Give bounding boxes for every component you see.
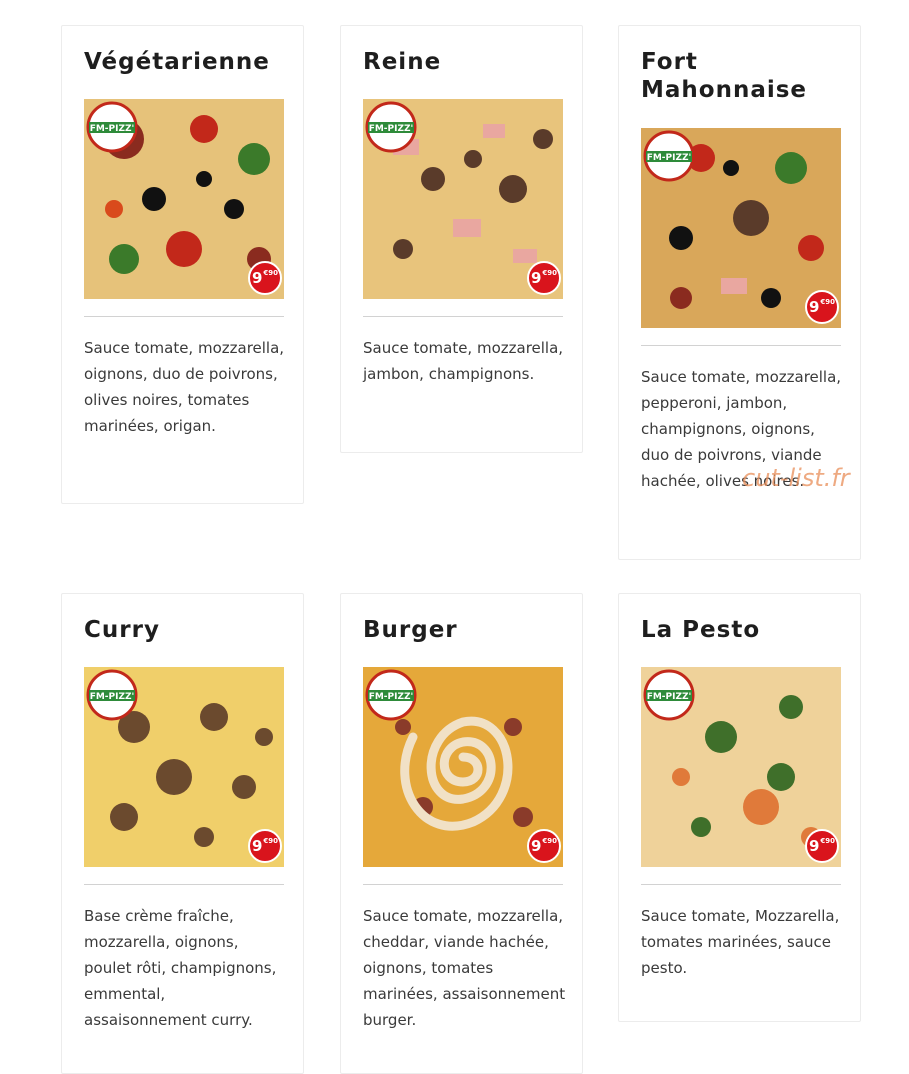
pizza-description: Base crème fraîche, mozzarella, oignons,…	[84, 907, 277, 1029]
pizza-title: Curry	[84, 617, 160, 643]
fm-pizz-logo: FM-PIZZ'	[643, 130, 695, 182]
pizza-photo: FM-PIZZ' 9 €90	[641, 128, 841, 328]
divider	[363, 316, 563, 317]
svg-text:FM-PIZZ': FM-PIZZ'	[369, 124, 414, 134]
pizza-description: Sauce tomate, mozzarella, cheddar, viand…	[363, 907, 566, 1029]
pizza-title: Fort Mahonnaise	[641, 49, 808, 103]
pizza-photo: FM-PIZZ' 9 €90	[363, 667, 563, 867]
divider	[641, 345, 841, 346]
pizza-photo: FM-PIZZ' 9 €90	[84, 667, 284, 867]
svg-text:FM-PIZZ': FM-PIZZ'	[369, 692, 414, 702]
pizza-card-reine: Reine FM-PIZZ' 9 €90 Sauce tomate, mozzar…	[340, 25, 583, 453]
divider	[84, 316, 284, 317]
svg-text:FM-PIZZ': FM-PIZZ'	[647, 153, 692, 163]
price-badge: 9 €90	[248, 261, 282, 295]
price-badge: 9 €90	[805, 290, 839, 324]
pizza-description: Sauce tomate, Mozzarella, tomates mariné…	[641, 907, 840, 977]
svg-text:FM-PIZZ': FM-PIZZ'	[647, 692, 692, 702]
pizza-description: Sauce tomate, mozzarella, jambon, champi…	[363, 339, 564, 383]
pizza-photo: FM-PIZZ' 9 €90	[84, 99, 284, 299]
pizza-title: La Pesto	[641, 617, 761, 643]
pizza-card-vegetarienne: Végétarienne FM-PIZZ' 9 €90 Sauce tomate,…	[61, 25, 304, 504]
fm-pizz-logo: FM-PIZZ'	[86, 101, 138, 153]
pizza-title: Reine	[363, 49, 442, 75]
pizza-photo: FM-PIZZ' 9 €90	[363, 99, 563, 299]
price-badge: 9 €90	[805, 829, 839, 863]
price-badge: 9 €90	[527, 829, 561, 863]
divider	[641, 884, 841, 885]
pizza-title: Végétarienne	[84, 49, 270, 75]
svg-text:FM-PIZZ': FM-PIZZ'	[90, 692, 135, 702]
fm-pizz-logo: FM-PIZZ'	[365, 101, 417, 153]
fm-pizz-logo: FM-PIZZ'	[365, 669, 417, 721]
pizza-photo: FM-PIZZ' 9 €90	[641, 667, 841, 867]
pizza-card-la-pesto: La Pesto FM-PIZZ' 9 €90 Sauce tomate, Moz…	[618, 593, 861, 1022]
price-badge: 9 €90	[527, 261, 561, 295]
svg-text:FM-PIZZ': FM-PIZZ'	[90, 124, 135, 134]
pizza-description: Sauce tomate, mozzarella, oignons, duo d…	[84, 339, 285, 435]
pizza-title: Burger	[363, 617, 458, 643]
fm-pizz-logo: FM-PIZZ'	[86, 669, 138, 721]
watermark-text: cut-list.fr	[742, 464, 850, 492]
fm-pizz-logo: FM-PIZZ'	[643, 669, 695, 721]
pizza-card-curry: Curry FM-PIZZ' 9 €90 Base crème fraîche, …	[61, 593, 304, 1074]
divider	[363, 884, 563, 885]
price-badge: 9 €90	[248, 829, 282, 863]
pizza-card-burger: Burger FM-PIZZ' 9 €90 Sauce tomate, mozza…	[340, 593, 583, 1074]
divider	[84, 884, 284, 885]
